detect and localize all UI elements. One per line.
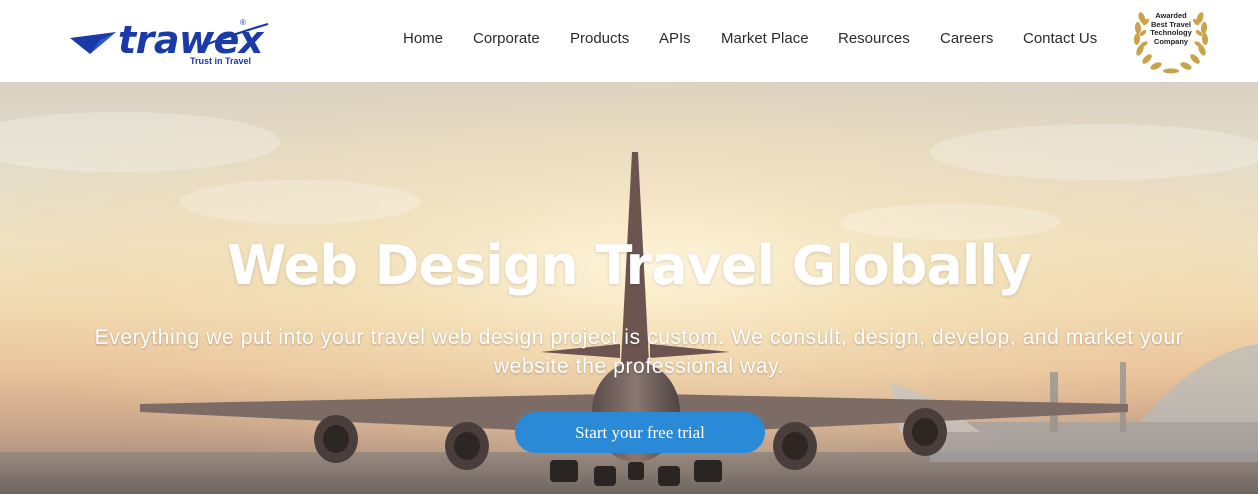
nav-item-corporate[interactable]: Corporate [473,30,540,47]
award-badge: Awarded Best Travel Technology Company [1132,4,1210,76]
hero-subtitle: Everything we put into your travel web d… [94,326,1184,378]
hero-banner: Web Design Travel Globally Everything we… [0,82,1258,494]
award-text: Awarded Best Travel Technology Company [1150,11,1192,46]
start-free-trial-button[interactable]: Start your free trial [515,412,765,453]
brand-logo[interactable]: trawex ® Trust in Travel [70,18,280,70]
logo-swoosh-icon [201,22,269,48]
site-header: trawex ® Trust in Travel Home Corporate … [0,0,1258,82]
registered-mark: ® [240,18,246,27]
nav-item-home[interactable]: Home [403,30,443,47]
nav-item-market-place[interactable]: Market Place [721,30,809,47]
nav-item-products[interactable]: Products [570,30,629,47]
nav-item-resources[interactable]: Resources [838,30,910,47]
nav-item-careers[interactable]: Careers [940,30,993,47]
nav-item-contact-us[interactable]: Contact Us [1023,30,1097,47]
hero-title: Web Design Travel Globally [226,234,1032,297]
logo-wing-icon [70,32,116,54]
nav-item-apis[interactable]: APIs [659,30,691,47]
brand-tagline: Trust in Travel [190,56,252,66]
